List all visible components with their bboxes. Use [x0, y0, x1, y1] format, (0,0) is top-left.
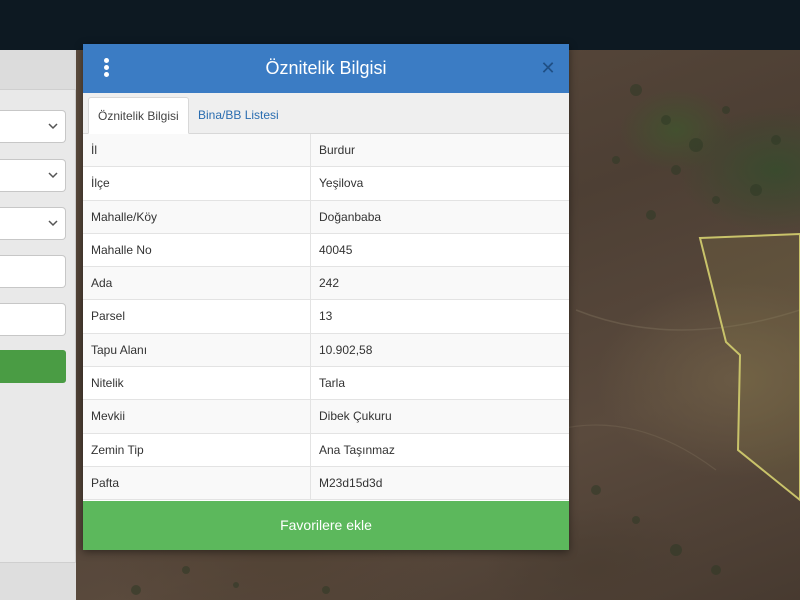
row-key: Tapu Alanı — [83, 333, 311, 367]
table-row: Tapu Alanı 10.902,58 — [83, 333, 569, 368]
table-row: Zemin Tip Ana Taşınmaz — [83, 433, 569, 467]
table-row: İlçe Yeşilova — [83, 167, 569, 201]
row-key: Ada — [83, 267, 311, 301]
table-row: Pafta M23d15d3d — [83, 466, 569, 501]
table-row: Mevkii Dibek Çukuru — [83, 400, 569, 434]
row-key: Mevkii — [83, 400, 311, 434]
row-key: Zemin Tip — [83, 433, 311, 467]
table-row: Nitelik Tarla — [83, 367, 569, 401]
table-row: Mahalle/Köy Doğanbaba — [83, 200, 569, 234]
table-row: Ada 242 — [83, 267, 569, 301]
row-key: Mahalle/Köy — [83, 200, 311, 234]
row-value: Ana Taşınmaz — [319, 442, 395, 457]
row-value: Dibek Çukuru — [319, 409, 392, 424]
attribute-table: İl Burdur İlçe Yeşilova Mahalle/Köy Doğa… — [83, 134, 569, 501]
row-key: İl — [83, 134, 311, 167]
top-navbar — [0, 0, 800, 50]
sidebar-select-3[interactable] — [0, 207, 66, 240]
row-value: 40045 — [319, 242, 353, 257]
modal-title: Öznitelik Bilgisi — [265, 58, 387, 78]
row-value: Doğanbaba — [319, 209, 382, 224]
table-row: Mahalle No 40045 — [83, 233, 569, 268]
sidebar-footer — [0, 562, 76, 600]
row-key: Pafta — [83, 466, 311, 500]
row-value: 242 — [319, 276, 340, 291]
sidebar-header — [0, 50, 76, 90]
tab-building-list[interactable]: Bina/BB Listesi — [189, 97, 288, 134]
modal-header: Öznitelik Bilgisi ✕ — [83, 44, 569, 93]
chevron-down-icon — [48, 172, 58, 179]
row-key: Parsel — [83, 300, 311, 334]
row-value: Tarla — [319, 376, 346, 391]
row-value: M23d15d3d — [319, 475, 383, 490]
attribute-info-modal: Öznitelik Bilgisi ✕ Öznitelik Bilgisi Bi… — [83, 44, 569, 550]
table-row: İl Burdur — [83, 134, 569, 168]
chevron-down-icon — [48, 123, 58, 130]
sidebar-select-2[interactable] — [0, 159, 66, 192]
add-to-favorites-button[interactable]: Favorilere ekle — [83, 501, 569, 550]
sidebar-select-1[interactable] — [0, 110, 66, 143]
sidebar-input-2[interactable] — [0, 303, 66, 336]
row-value: 10.902,58 — [319, 342, 373, 357]
row-value: Yeşilova — [319, 176, 364, 191]
row-value: 13 — [319, 309, 333, 324]
close-icon[interactable]: ✕ — [539, 59, 557, 77]
modal-tabs: Öznitelik Bilgisi Bina/BB Listesi — [83, 93, 569, 134]
sidebar-query-button[interactable] — [0, 350, 66, 383]
tab-attribute-info[interactable]: Öznitelik Bilgisi — [88, 97, 189, 134]
table-row: Parsel 13 — [83, 300, 569, 334]
sidebar-input-1[interactable] — [0, 255, 66, 288]
row-key: İlçe — [83, 167, 311, 201]
parcel-outline — [698, 232, 800, 502]
row-key: Mahalle No — [83, 233, 311, 267]
chevron-down-icon — [48, 220, 58, 227]
row-value: Burdur — [319, 143, 356, 157]
left-sidebar — [0, 50, 76, 600]
row-key: Nitelik — [83, 367, 311, 401]
vertical-dots-icon[interactable] — [101, 58, 111, 80]
